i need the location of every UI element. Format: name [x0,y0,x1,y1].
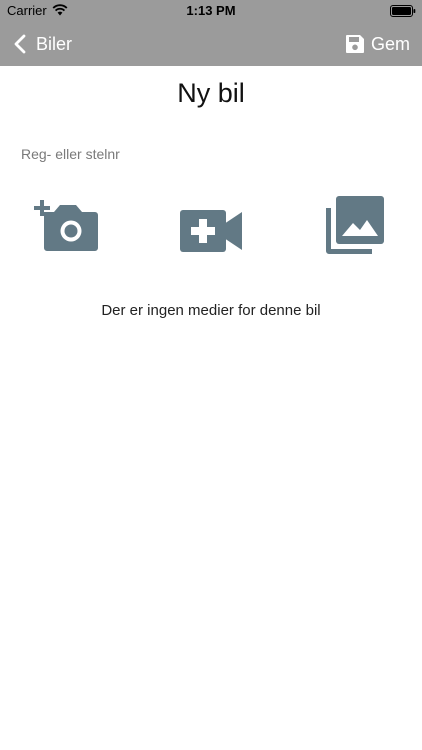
screen: Carrier 1:13 PM Biler Gem Ny bil Reg- el… [0,0,422,750]
navigation-bar: Biler Gem [0,22,422,66]
save-button[interactable]: Gem [345,22,410,66]
status-time: 1:13 PM [186,3,236,18]
floppy-disk-icon [345,35,364,53]
photo-library-icon [326,196,384,254]
add-video-button[interactable] [178,208,244,254]
save-label: Gem [370,33,410,54]
battery-icon [390,5,416,17]
add-photo-button[interactable] [34,194,100,252]
back-label: Biler [36,33,73,54]
chevron-left-icon [14,34,26,54]
empty-media-message: Der er ingen medier for denne bil [101,302,321,319]
page-title: Ny bil [177,78,245,108]
back-button[interactable]: Biler [10,22,72,66]
status-bar: Carrier 1:13 PM [0,0,422,22]
add-photo-icon [34,200,98,251]
top-bar: Carrier 1:13 PM Biler Gem [0,0,422,66]
registration-number-input[interactable] [18,140,404,168]
add-video-icon [180,210,242,252]
photo-library-button[interactable] [326,196,384,254]
